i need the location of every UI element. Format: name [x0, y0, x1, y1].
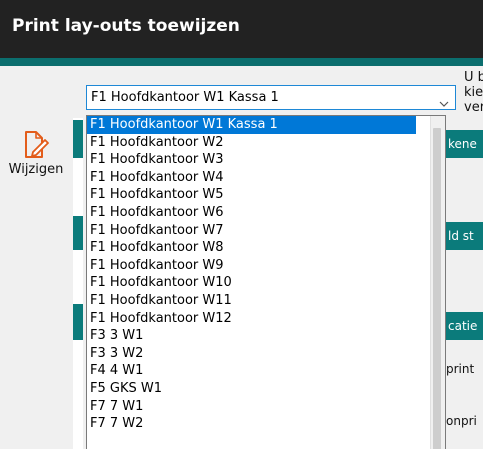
- dropdown-option[interactable]: F4 4 W1: [87, 362, 445, 380]
- dropdown-scrollbar[interactable]: [430, 116, 445, 449]
- dropdown-option[interactable]: F5 GKS W1: [87, 380, 445, 398]
- dropdown-option[interactable]: F1 Hoofdkantoor W9: [87, 257, 445, 275]
- edit-pencil-icon: [6, 130, 66, 160]
- dropdown-option[interactable]: F1 Hoofdkantoor W10: [87, 274, 445, 292]
- dropdown-option[interactable]: F1 Hoofdkantoor W11: [87, 292, 445, 310]
- section-header: catie: [446, 312, 483, 340]
- info-line: U b: [464, 70, 483, 85]
- layout-dropdown-list[interactable]: F1 Hoofdkantoor W1 Kassa 1 F1 Hoofdkanto…: [86, 115, 446, 449]
- dropdown-option[interactable]: F3 3 W2: [87, 345, 445, 363]
- scrollbar-thumb[interactable]: [433, 128, 441, 449]
- section-header: ld st: [446, 222, 483, 250]
- dropdown-option[interactable]: F3 3 W1: [87, 327, 445, 345]
- dropdown-option[interactable]: F1 Hoofdkantoor W3: [87, 151, 445, 169]
- title-bar: Print lay-outs toewijzen: [0, 0, 483, 58]
- layout-select[interactable]: F1 Hoofdkantoor W1 Kassa 1: [86, 85, 456, 110]
- dropdown-option[interactable]: F7 7 W2: [87, 415, 445, 433]
- window-title: Print lay-outs toewijzen: [12, 16, 240, 36]
- print-label: print: [446, 362, 475, 376]
- info-line: kie: [464, 85, 483, 100]
- info-text: U b kie ver: [464, 70, 483, 115]
- section-marker: [73, 304, 83, 340]
- section-marker: [73, 120, 83, 158]
- accent-bar: [0, 58, 483, 66]
- section-marker: [73, 216, 83, 250]
- dropdown-option[interactable]: F1 Hoofdkantoor W12: [87, 310, 445, 328]
- dropdown-option[interactable]: F1 Hoofdkantoor W8: [87, 239, 445, 257]
- dropdown-option[interactable]: F1 Hoofdkantoor W1 Kassa 1: [87, 116, 416, 134]
- dropdown-option[interactable]: F1 Hoofdkantoor W2: [87, 134, 445, 152]
- dropdown-option[interactable]: F1 Hoofdkantoor W6: [87, 204, 445, 222]
- section-header: kene: [446, 130, 483, 158]
- dropdown-option[interactable]: F1 Hoofdkantoor W5: [87, 186, 445, 204]
- edit-button-label: Wijzigen: [8, 162, 64, 177]
- print-label: onpri: [446, 414, 477, 428]
- dropdown-option[interactable]: F1 Hoofdkantoor W7: [87, 222, 445, 240]
- dropdown-option[interactable]: F1 Hoofdkantoor W4: [87, 169, 445, 187]
- edit-button[interactable]: Wijzigen: [6, 130, 66, 194]
- section-strip: [73, 118, 83, 449]
- layout-select-value: F1 Hoofdkantoor W1 Kassa 1: [91, 90, 279, 105]
- dropdown-option[interactable]: F7 7 W1: [87, 398, 445, 416]
- info-line: ver: [464, 100, 483, 115]
- chevron-down-icon: [439, 93, 449, 112]
